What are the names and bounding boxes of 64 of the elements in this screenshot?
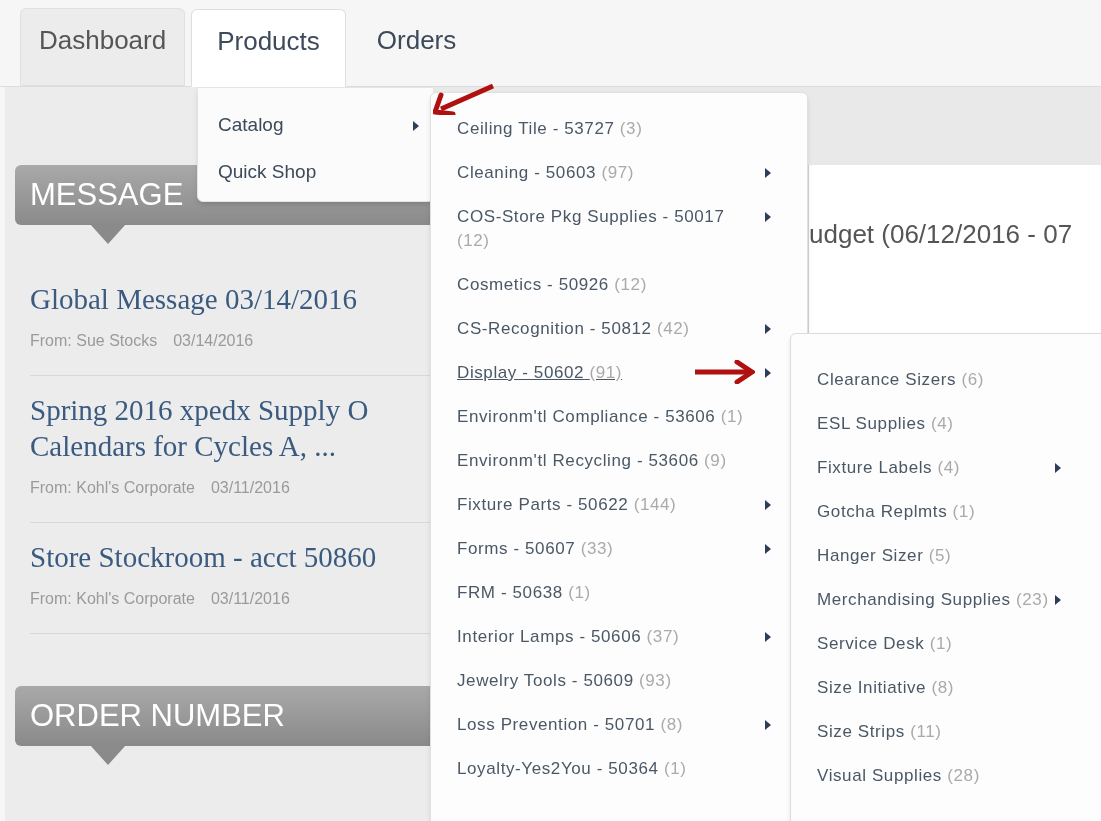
category-label[interactable]: CS-Recognition - 50812 (42) <box>457 317 749 341</box>
category-label[interactable]: Interior Lamps - 50606 (37) <box>457 625 749 649</box>
budget-title: udget (06/12/2016 - 07 <box>809 219 1073 249</box>
caret-icon <box>765 168 771 178</box>
category-label[interactable]: Hanger Sizer (5) <box>817 544 1055 568</box>
message-sender: From: Kohl's Corporate <box>30 478 195 498</box>
category-label[interactable]: ESL Supplies (4) <box>817 412 1055 436</box>
caret-icon <box>1055 595 1061 605</box>
message-sender: From: Sue Stocks <box>30 331 158 351</box>
category-label[interactable]: Visual Supplies (28) <box>817 764 1055 788</box>
caret-icon <box>765 212 771 222</box>
message-date: 03/11/2016 <box>210 589 290 609</box>
section-title: MESSAGE <box>30 175 184 214</box>
caret-icon <box>765 324 771 334</box>
category-label[interactable]: Service Desk (1) <box>817 632 1055 656</box>
message-title[interactable]: Store Stockroom - acct 50860 <box>30 539 430 575</box>
category-label[interactable]: Gotcha Replmts (1) <box>817 500 1055 524</box>
caret-icon <box>765 632 771 642</box>
menu-item[interactable]: Quick Shop <box>198 149 433 196</box>
category-label[interactable]: COS-Store Pkg Supplies - 50017 (12) <box>457 205 749 253</box>
category-label[interactable]: Cosmetics - 50926 (12) <box>457 273 749 297</box>
category-label[interactable]: Environm'tl Compliance - 53606 (1) <box>457 405 749 429</box>
menu-item[interactable]: Catalog <box>198 102 433 149</box>
category-label[interactable]: Merchandising Supplies (23) <box>817 588 1055 612</box>
pointer-icon <box>90 745 126 765</box>
category-label[interactable]: Clearance Sizers (6) <box>817 368 1055 392</box>
menu-item[interactable]: CS-Recognition - 50812 (42) <box>431 307 807 351</box>
menu-item[interactable]: Ceiling Tile - 53727 (3) <box>431 107 807 151</box>
menu-item[interactable]: COS-Store Pkg Supplies - 50017 (12) <box>431 195 807 263</box>
category-label[interactable]: Size Strips (11) <box>817 720 1055 744</box>
menu-item[interactable]: Cleaning - 50603 (97) <box>431 151 807 195</box>
message-date: 03/11/2016 <box>210 478 290 498</box>
caret-icon <box>1055 463 1061 473</box>
category-label[interactable]: Ceiling Tile - 53727 (3) <box>457 117 749 141</box>
menu-item[interactable]: Visual Supplies (28) <box>791 754 1101 798</box>
category-label[interactable]: Size Initiative (8) <box>817 676 1055 700</box>
category-label[interactable]: FRM - 50638 (1) <box>457 581 749 605</box>
category-label[interactable]: Loyalty-Yes2You - 50364 (1) <box>457 757 749 781</box>
message-title[interactable]: Global Message 03/14/2016 <box>30 281 430 317</box>
menu-item[interactable]: Cosmetics - 50926 (12) <box>431 263 807 307</box>
menu-item[interactable]: ESL Supplies (4) <box>791 402 1101 446</box>
message-date: 03/14/2016 <box>173 331 254 351</box>
message-title[interactable]: Spring 2016 xpedx Supply O Calendars for Cycles A, ... <box>30 392 430 464</box>
caret-icon <box>765 368 771 378</box>
category-label[interactable]: Jewelry Tools - 50609 (93) <box>457 669 749 693</box>
category-label[interactable]: Loss Prevention - 50701 (8) <box>457 713 749 737</box>
category-label[interactable]: Fixture Labels (4) <box>817 456 1055 480</box>
annotation-arrow-icon <box>433 83 495 115</box>
caret-icon <box>765 544 771 554</box>
category-label[interactable]: Environm'tl Recycling - 53606 (9) <box>457 449 749 473</box>
pointer-icon <box>90 224 126 244</box>
message-sender: From: Kohl's Corporate <box>30 589 195 609</box>
section-title: ORDER NUMBER <box>30 696 285 735</box>
annotation-arrow-icon <box>695 360 755 384</box>
nav-tab[interactable]: Dashboard <box>20 8 186 86</box>
caret-icon <box>765 720 771 730</box>
category-label[interactable]: Fixture Parts - 50622 (144) <box>457 493 749 517</box>
nav-tab[interactable]: Orders <box>351 8 482 86</box>
category-label[interactable]: Cleaning - 50603 (97) <box>457 161 749 185</box>
category-label[interactable]: Forms - 50607 (33) <box>457 537 749 561</box>
caret-icon <box>413 120 419 131</box>
caret-icon <box>765 500 771 510</box>
category-label[interactable]: Display - 50602 (91) <box>457 361 749 385</box>
nav-tab[interactable]: Products <box>191 9 346 87</box>
